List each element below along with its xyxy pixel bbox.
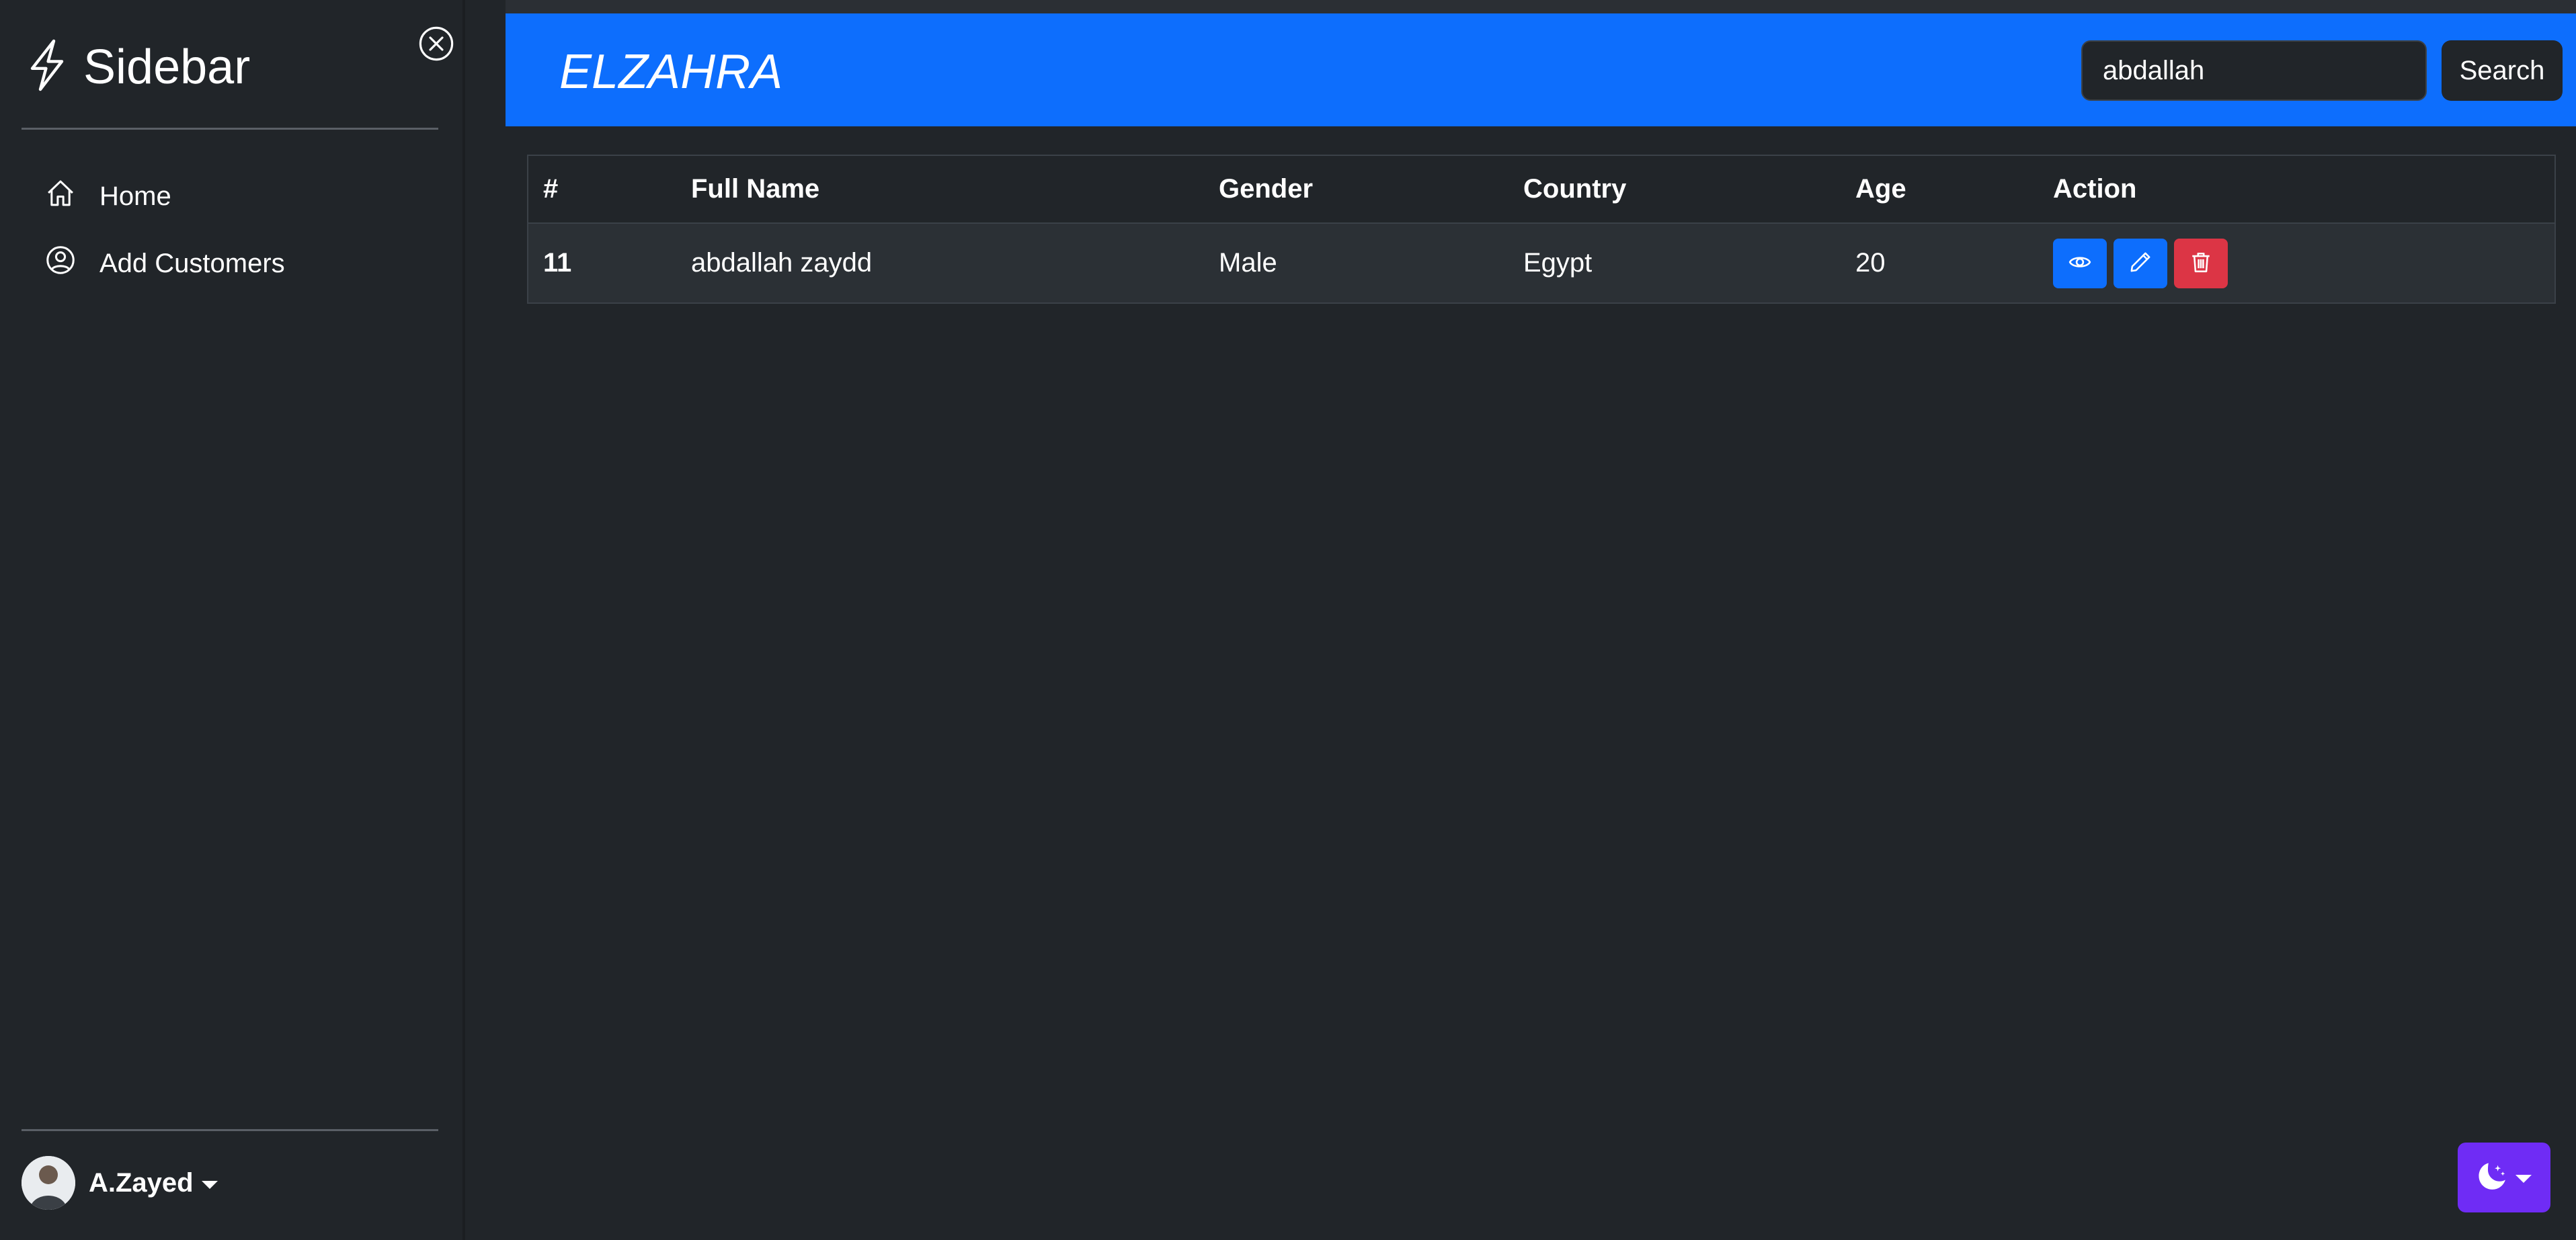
sidebar-item-home[interactable]: Home xyxy=(22,163,438,230)
close-sidebar-button[interactable] xyxy=(418,26,454,62)
table-row: 11 abdallah zaydd Male Egypt 20 xyxy=(528,223,2554,302)
cell-gender: Male xyxy=(1219,248,1277,278)
brand-logo[interactable]: ELZAHRA xyxy=(559,46,782,98)
top-strip xyxy=(506,0,2576,13)
cell-country: Egypt xyxy=(1523,248,1593,278)
avatar xyxy=(22,1156,75,1210)
pencil-icon xyxy=(2129,251,2152,276)
cell-full-name: abdallah zaydd xyxy=(691,248,873,278)
user-name: A.Zayed xyxy=(89,1167,194,1198)
column-header: Country xyxy=(1523,174,1627,204)
column-header: Age xyxy=(1855,174,1906,204)
sidebar: Sidebar Home Add Customers A.Zayed xyxy=(0,0,465,1240)
cell-actions xyxy=(2038,223,2554,302)
view-button[interactable] xyxy=(2053,238,2107,288)
customers-table: # Full Name Gender Country Age Action 11… xyxy=(527,155,2556,304)
sidebar-item-add-customers[interactable]: Add Customers xyxy=(22,230,438,297)
navbar: ELZAHRA Search xyxy=(506,13,2576,126)
column-header: Action xyxy=(2053,174,2137,204)
sidebar-item-label: Home xyxy=(99,181,171,211)
sidebar-divider-bottom xyxy=(22,1129,438,1131)
edit-button[interactable] xyxy=(2114,238,2167,288)
column-header: # xyxy=(543,174,559,204)
sidebar-title: Sidebar xyxy=(83,40,251,94)
theme-toggle-button[interactable] xyxy=(2458,1143,2550,1212)
sidebar-divider-top xyxy=(22,128,438,130)
user-menu-toggle[interactable]: A.Zayed xyxy=(22,1156,218,1210)
caret-down-icon xyxy=(2515,1175,2532,1183)
close-circle-icon xyxy=(418,26,454,65)
person-circle-icon xyxy=(46,245,99,282)
column-header: Full Name xyxy=(691,174,820,204)
cell-id: 11 xyxy=(543,248,572,278)
moon-stars-icon xyxy=(2477,1161,2507,1195)
search-input[interactable] xyxy=(2081,40,2427,101)
sidebar-nav: Home Add Customers xyxy=(22,163,438,297)
house-icon xyxy=(46,178,99,214)
delete-button[interactable] xyxy=(2174,238,2228,288)
cell-age: 20 xyxy=(1855,248,1886,278)
caret-down-icon xyxy=(201,1181,218,1189)
eye-icon xyxy=(2068,251,2091,276)
sidebar-brand: Sidebar xyxy=(26,38,250,96)
table-header-row: # Full Name Gender Country Age Action xyxy=(528,156,2554,223)
sidebar-item-label: Add Customers xyxy=(99,248,285,278)
search-button[interactable]: Search xyxy=(2442,40,2563,101)
lightning-icon xyxy=(26,38,69,96)
column-header: Gender xyxy=(1219,174,1314,204)
trash-icon xyxy=(2189,251,2212,276)
